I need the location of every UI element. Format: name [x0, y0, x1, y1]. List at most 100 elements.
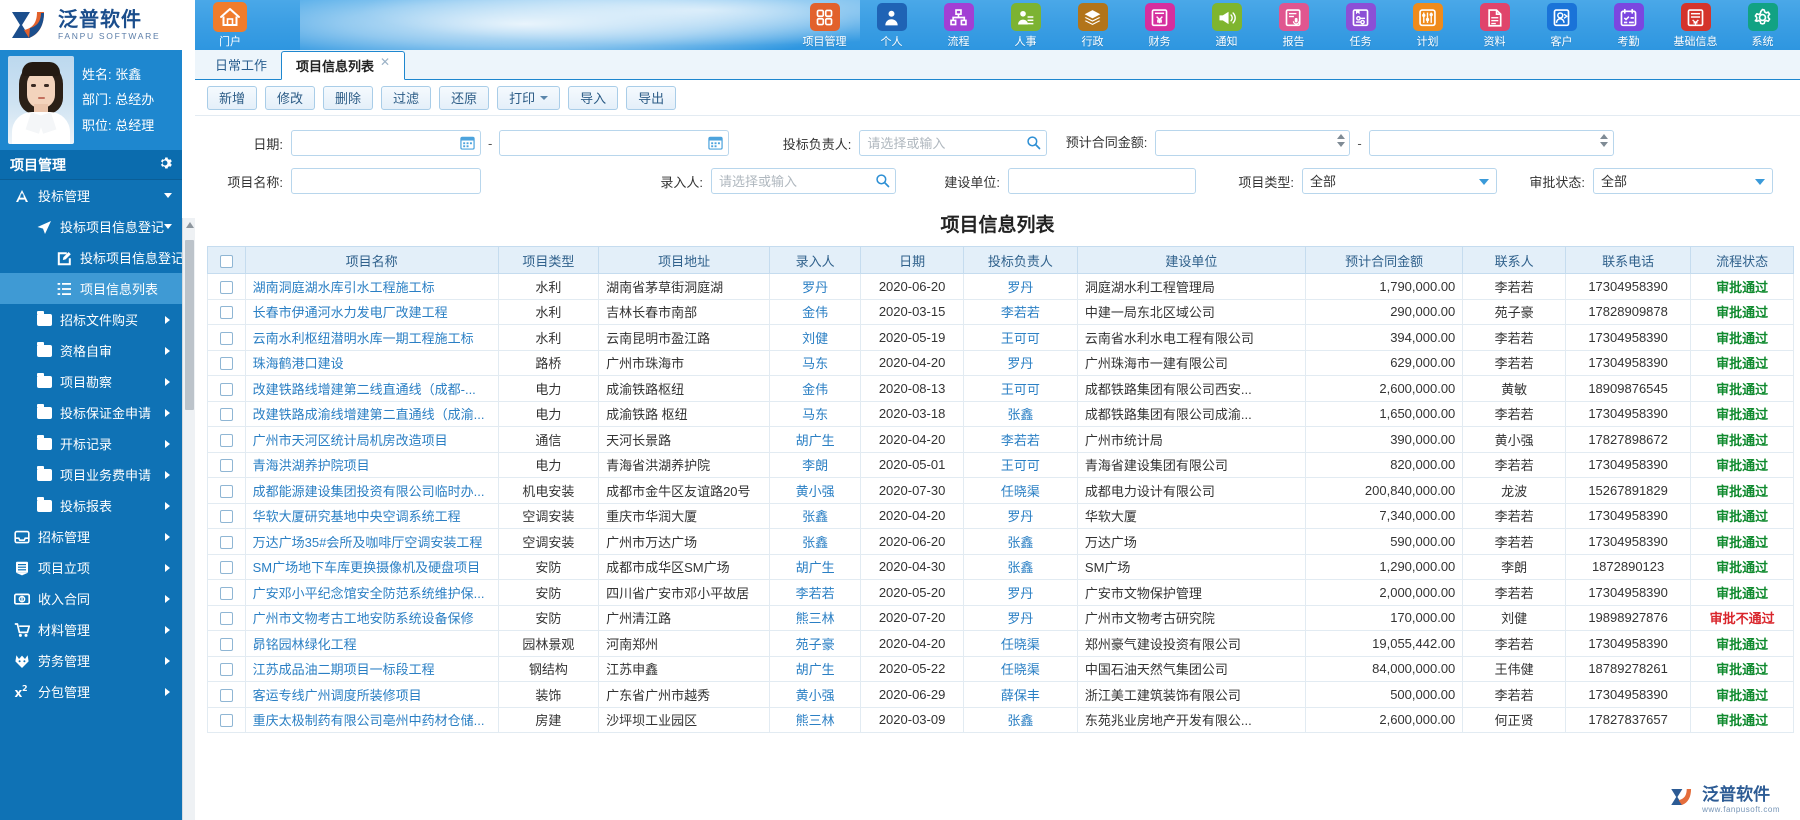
- sidebar-scrollbar[interactable]: [182, 218, 195, 820]
- sidebar-item-6[interactable]: 项目勘察: [0, 366, 182, 397]
- bid-owner-input[interactable]: [859, 130, 1048, 156]
- row-checkbox[interactable]: [219, 484, 233, 498]
- sidebar-item-4[interactable]: 招标文件购买: [0, 304, 182, 335]
- cell-recorder[interactable]: 胡广生: [769, 655, 862, 682]
- table-row[interactable]: 长春市伊通河水力发电厂改建工程 水利 吉林长春市南部 金伟 2020-03-15 李若若中…: [207, 298, 1794, 325]
- column-header-4[interactable]: 日期: [860, 246, 964, 274]
- cell-bid-owner[interactable]: 任晓渠: [962, 655, 1078, 682]
- amount-from-input[interactable]: [1155, 130, 1351, 156]
- cell-recorder[interactable]: 黄小强: [769, 681, 862, 708]
- cell-bid-owner[interactable]: 罗丹: [962, 349, 1078, 376]
- cell-project-name[interactable]: 成都能源建设集团投资有限公司临时办...: [244, 477, 499, 504]
- sidebar-item-3[interactable]: 项目信息列表: [0, 273, 182, 304]
- row-checkbox[interactable]: [219, 306, 233, 320]
- topnav-item-grid[interactable]: 项目管理: [791, 1, 858, 49]
- row-checkbox-cell[interactable]: [207, 502, 246, 529]
- table-row[interactable]: 改建铁路线增建第二线直通线（成都-... 电力 成渝铁路枢纽 金伟 2020-08-13…: [207, 375, 1794, 402]
- topnav-item-person[interactable]: 个人: [858, 1, 925, 49]
- column-header-7[interactable]: 预计合同金额: [1304, 246, 1464, 274]
- row-checkbox-cell[interactable]: [207, 630, 246, 657]
- row-checkbox[interactable]: [219, 331, 233, 345]
- sidebar-item-9[interactable]: 项目业务费申请: [0, 459, 182, 490]
- topnav-item-yen-book[interactable]: 财务: [1126, 1, 1193, 49]
- cell-project-name[interactable]: 长春市伊通河水力发电厂改建工程: [244, 298, 499, 325]
- topnav-item-checklist[interactable]: 考勤: [1595, 1, 1662, 49]
- print-button[interactable]: 打印: [497, 85, 561, 110]
- sidebar-item-2[interactable]: 投标项目信息登记: [0, 242, 182, 273]
- import-button[interactable]: 导入: [568, 85, 619, 110]
- topnav-item-user-card[interactable]: 人事: [992, 1, 1059, 49]
- column-header-9[interactable]: 联系电话: [1564, 246, 1692, 274]
- sidebar-item-16[interactable]: x 2 分包管理: [0, 676, 182, 707]
- cell-project-name[interactable]: 湖南洞庭湖水库引水工程施工标: [244, 273, 499, 300]
- cell-recorder[interactable]: 刘健: [769, 324, 862, 351]
- row-checkbox[interactable]: [219, 408, 233, 422]
- cell-bid-owner[interactable]: 任晓渠: [962, 477, 1078, 504]
- cell-bid-owner[interactable]: 张鑫: [962, 528, 1078, 555]
- table-row[interactable]: 珠海鹤港口建设 路桥 广州市珠海市 马东 2020-04-20 罗丹 广州珠海市一建有限公司…: [207, 349, 1794, 376]
- amount-to-stepper[interactable]: [1600, 134, 1609, 152]
- topnav-item-gear[interactable]: 系统: [1729, 1, 1796, 49]
- topnav-item-layers[interactable]: 行政: [1059, 1, 1126, 49]
- sidebar-item-10[interactable]: 投标报表: [0, 490, 182, 521]
- cell-project-name[interactable]: 改建铁路线增建第二线直通线（成都-...: [244, 375, 499, 402]
- table-row[interactable]: 万达广场35#会所及咖啡厅空调安装工程 空调安装 广州市万达广场 张鑫 2020-06-…: [207, 528, 1794, 555]
- cell-project-name[interactable]: 重庆太极制药有限公司亳州中药材仓储...: [244, 706, 499, 733]
- row-checkbox[interactable]: [219, 357, 233, 371]
- row-checkbox-cell[interactable]: [207, 349, 246, 376]
- home-portal-button[interactable]: 门户: [207, 2, 253, 49]
- brand-logo[interactable]: 泛普软件 FANPU SOFTWARE: [0, 0, 195, 50]
- sidebar-item-1[interactable]: 投标项目信息登记: [0, 211, 182, 242]
- topnav-item-base-info[interactable]: 基础信息: [1662, 1, 1729, 49]
- cell-project-name[interactable]: 青海洪湖养护院项目: [244, 451, 499, 478]
- topnav-item-document[interactable]: 资料: [1461, 1, 1528, 49]
- table-row[interactable]: 客运专线广州调度所装修项目 装饰 广东省广州市越秀 黄小强 2020-06-29 薛保丰浙…: [207, 681, 1794, 708]
- row-checkbox-cell[interactable]: [207, 324, 246, 351]
- select-all-checkbox[interactable]: [219, 254, 233, 268]
- cell-recorder[interactable]: 张鑫: [769, 528, 862, 555]
- row-checkbox-cell[interactable]: [207, 451, 246, 478]
- row-checkbox-cell[interactable]: [207, 681, 246, 708]
- cell-project-name[interactable]: SM广场地下车库更换摄像机及硬盘项目: [244, 553, 499, 580]
- search-icon[interactable]: [1026, 135, 1041, 150]
- filter-button[interactable]: 过滤: [381, 85, 432, 110]
- cell-recorder[interactable]: 马东: [769, 400, 862, 427]
- table-row[interactable]: 广州市文物考古工地安防系统设备保修 安防 广州清江路 熊三林 2020-07-20 罗丹广…: [207, 604, 1794, 631]
- row-checkbox[interactable]: [219, 637, 233, 651]
- table-row[interactable]: SM广场地下车库更换摄像机及硬盘项目 安防 成都市成华区SM广场 胡广生 2020-04…: [207, 553, 1794, 580]
- row-checkbox-cell[interactable]: [207, 273, 246, 300]
- sidebar-item-8[interactable]: 开标记录: [0, 428, 182, 459]
- cell-bid-owner[interactable]: 李若若: [962, 298, 1078, 325]
- cell-recorder[interactable]: 黄小强: [769, 477, 862, 504]
- cell-recorder[interactable]: 熊三林: [769, 706, 862, 733]
- row-checkbox-cell[interactable]: [207, 375, 246, 402]
- topnav-item-sitemap[interactable]: 流程: [925, 1, 992, 49]
- close-icon[interactable]: ✕: [380, 55, 390, 69]
- row-checkbox[interactable]: [219, 714, 233, 728]
- column-header-10[interactable]: 流程状态: [1690, 246, 1794, 274]
- cell-project-name[interactable]: 改建铁路成渝线增建第二直通线（成渝...: [244, 400, 499, 427]
- table-row[interactable]: 改建铁路成渝线增建第二直通线（成渝... 电力 成渝铁路 枢纽 马东 2020-03-1…: [207, 400, 1794, 427]
- edit-button[interactable]: 修改: [265, 85, 316, 110]
- row-checkbox-cell[interactable]: [207, 579, 246, 606]
- cell-project-name[interactable]: 广州市文物考古工地安防系统设备保修: [244, 604, 499, 631]
- cell-recorder[interactable]: 金伟: [769, 375, 862, 402]
- restore-button[interactable]: 还原: [439, 85, 490, 110]
- table-row[interactable]: 重庆太极制药有限公司亳州中药材仓储... 房建 沙坪坝工业园区 熊三林 2020-03-…: [207, 706, 1794, 733]
- cell-recorder[interactable]: 罗丹: [769, 273, 862, 300]
- cell-project-name[interactable]: 万达广场35#会所及咖啡厅空调安装工程: [244, 528, 499, 555]
- table-row[interactable]: 成都能源建设集团投资有限公司临时办... 机电安装 成都市金牛区友谊路20号 黄小强 2…: [207, 477, 1794, 504]
- table-row[interactable]: 广安邓小平纪念馆安全防范系统维护保... 安防 四川省广安市邓小平故居 李若若 2020…: [207, 579, 1794, 606]
- export-button[interactable]: 导出: [626, 85, 677, 110]
- table-row[interactable]: 华软大厦研究基地中央空调系统工程 空调安装 重庆市华润大厦 张鑫 2020-04-20 罗…: [207, 502, 1794, 529]
- row-checkbox-cell[interactable]: [207, 553, 246, 580]
- column-header-0[interactable]: 项目名称: [244, 246, 499, 274]
- column-header-8[interactable]: 联系人: [1462, 246, 1566, 274]
- cell-bid-owner[interactable]: 张鑫: [962, 706, 1078, 733]
- build-unit-input[interactable]: [1008, 168, 1196, 194]
- cell-project-name[interactable]: 云南水利枢纽潜明水库一期工程施工标: [244, 324, 499, 351]
- sidebar-item-12[interactable]: 项目立项: [0, 552, 182, 583]
- cell-project-name[interactable]: 广安邓小平纪念馆安全防范系统维护保...: [244, 579, 499, 606]
- row-checkbox-cell[interactable]: [207, 298, 246, 325]
- topnav-item-customer[interactable]: 客户: [1528, 1, 1595, 49]
